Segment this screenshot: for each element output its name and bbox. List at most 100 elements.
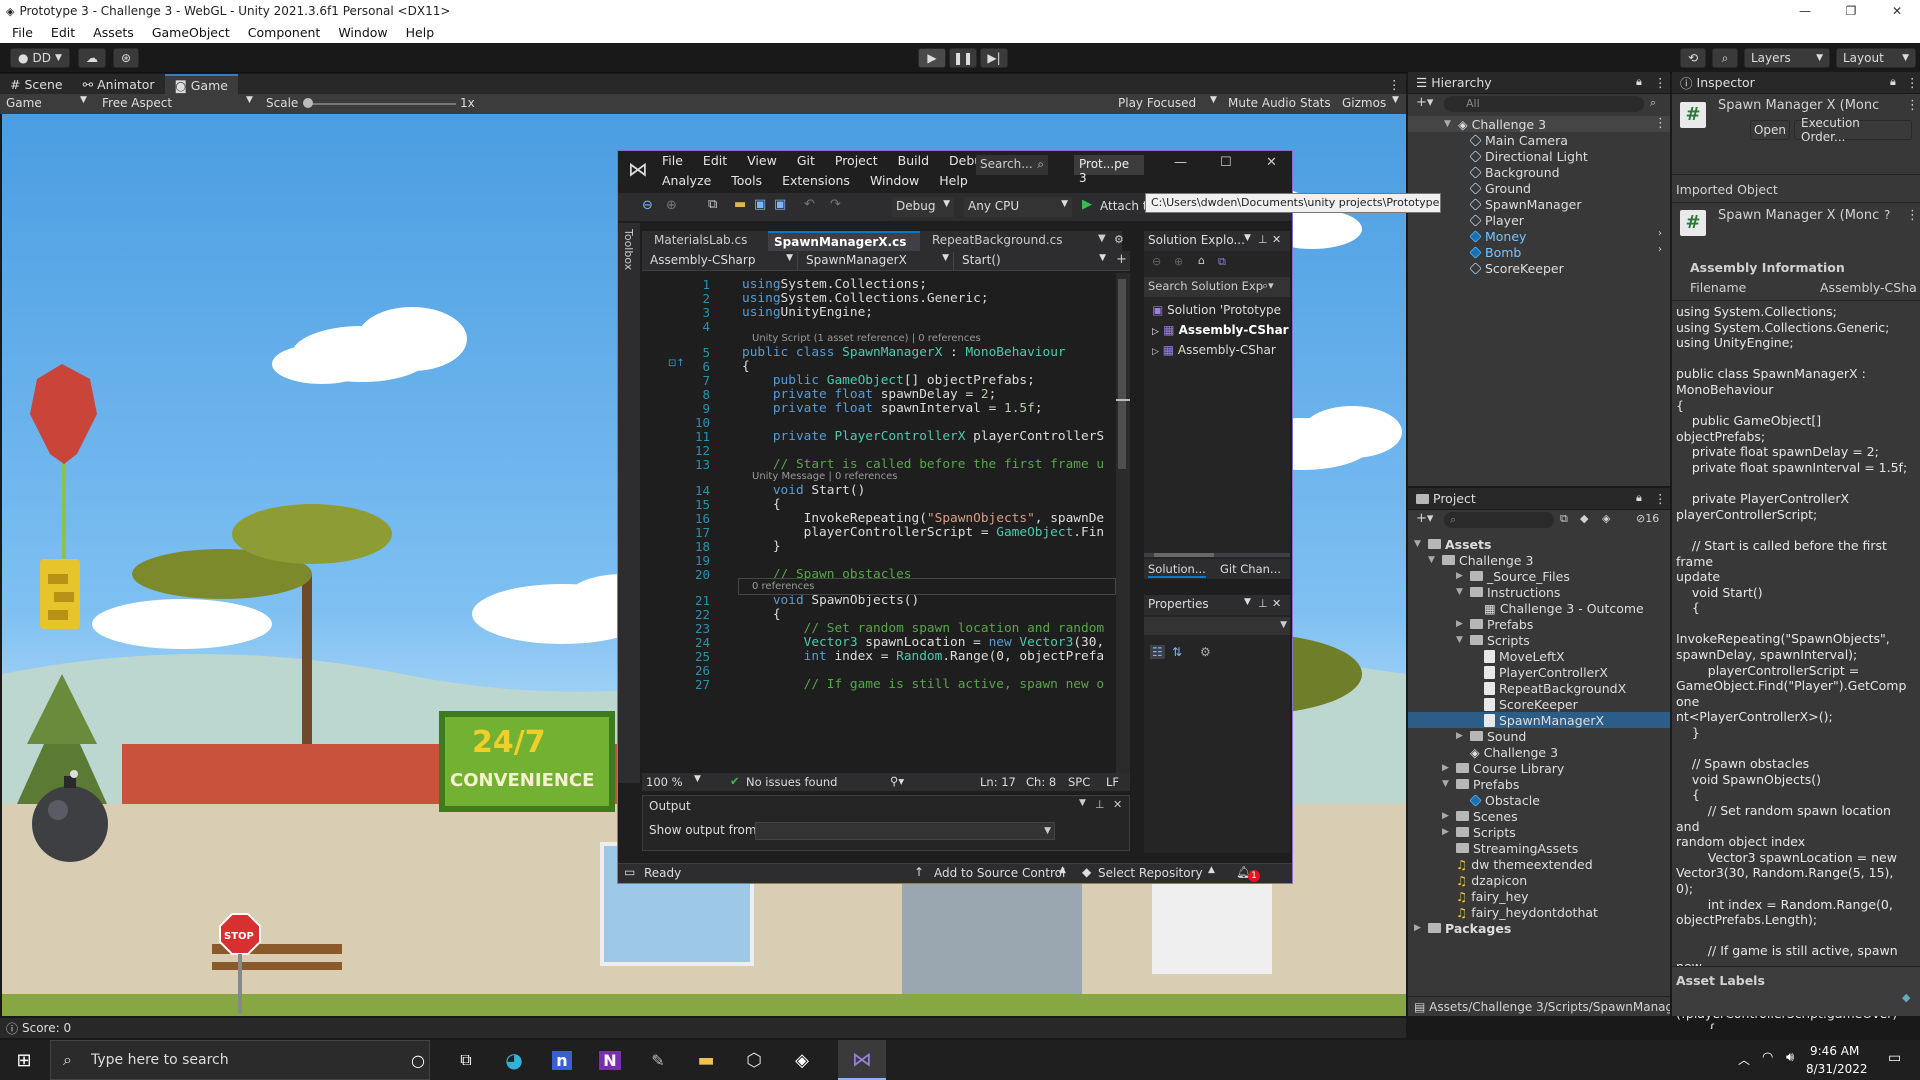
filter-icon[interactable]: ⧉ [1560, 512, 1568, 526]
hierarchy-item[interactable]: Background [1469, 164, 1560, 180]
project-item[interactable]: ♫ fairy_hey [1442, 888, 1529, 904]
hierarchy-scene-root[interactable]: ▼ ◈ Challenge 3 [1408, 116, 1670, 132]
vs-menu-extensions[interactable]: Extensions [782, 173, 850, 188]
vs-menu-help[interactable]: Help [939, 173, 968, 188]
class-nav-dropdown[interactable]: SpawnManagerX ▼ [802, 252, 954, 270]
open-button[interactable]: Open [1750, 120, 1790, 140]
tab-git-changes[interactable]: Git Chan... [1220, 562, 1281, 576]
project-item[interactable]: ♫ dw themeextended [1442, 856, 1593, 872]
tab-list-icon[interactable]: ▼ [1098, 233, 1106, 244]
chevron-down-icon[interactable]: ▼ [1244, 597, 1251, 607]
switch-views-icon[interactable]: ⧉ [1218, 255, 1226, 269]
start-button[interactable]: ⊞ [0, 1040, 48, 1080]
onenote-app-icon[interactable]: n [538, 1040, 586, 1080]
close-icon[interactable]: ✕ [1266, 155, 1277, 170]
menu-window[interactable]: Window [338, 25, 387, 40]
layers-dropdown[interactable]: Layers ▼ [1744, 48, 1830, 68]
file-explorer-icon[interactable]: ▬ [682, 1040, 730, 1080]
issues-status[interactable]: No issues found [746, 775, 837, 789]
zoom-dropdown[interactable]: 100 % [646, 775, 683, 789]
play-focused-dropdown[interactable]: Play Focused [1118, 96, 1196, 110]
add-source-control-button[interactable]: Add to Source Control [934, 866, 1065, 880]
project-item[interactable]: Obstacle [1456, 792, 1540, 808]
project-item[interactable]: StreamingAssets [1442, 840, 1578, 856]
toolbox-strip[interactable]: Toolbox [618, 223, 640, 783]
hierarchy-item[interactable]: Ground [1469, 180, 1531, 196]
history-icon[interactable]: ⟲ [1680, 48, 1706, 68]
vs-menu-window[interactable]: Window [870, 173, 919, 188]
split-icon[interactable]: + [1116, 252, 1127, 267]
lock-icon[interactable]: 🔒︎ [1636, 491, 1642, 505]
chevron-right-icon[interactable]: › [1658, 244, 1662, 255]
close-icon[interactable]: ✕ [1113, 798, 1122, 811]
save-icon[interactable]: ▣ [754, 197, 766, 212]
project-item[interactable]: ▶ _Source_Files [1456, 568, 1570, 584]
menu-help[interactable]: Help [406, 25, 435, 40]
panel-menu-icon[interactable]: ⋮ [1654, 75, 1667, 90]
vs-menu-git[interactable]: Git [797, 153, 815, 168]
property-pages-icon[interactable]: ⚙ [1200, 645, 1211, 659]
code-editor[interactable]: ⊡↑ 1 usingSystem.Collections; 2 usingSystem… [642, 273, 1116, 773]
hierarchy-item[interactable]: Directional Light [1469, 148, 1588, 164]
horizontal-scrollbar[interactable] [1144, 553, 1290, 557]
vs-menu-project[interactable]: Project [835, 153, 878, 168]
menu-component[interactable]: Component [248, 25, 321, 40]
panel-menu-icon[interactable]: ⋮ [1906, 75, 1919, 90]
vs-menu-analyze[interactable]: Analyze [662, 173, 711, 188]
taskbar-search-input[interactable]: ⌕ Type here to search [50, 1040, 430, 1080]
project-item[interactable]: ▶ Scripts [1442, 824, 1516, 840]
chevron-down-icon[interactable]: ▼ [1244, 233, 1251, 243]
settings-icon[interactable]: ⚙ [1114, 233, 1124, 246]
platform-dropdown[interactable]: Any CPU ▼ [964, 197, 1072, 217]
component-menu-icon[interactable]: ⋮ [1906, 208, 1919, 223]
scene-search-icon[interactable]: ⌕ [1650, 96, 1656, 110]
project-assets-root[interactable]: ▼ Assets [1414, 536, 1491, 552]
component-menu-icon[interactable]: ⋮ [1906, 98, 1919, 113]
tab-repeatbackground[interactable]: RepeatBackground.cs [926, 231, 1069, 251]
project-item[interactable]: MoveLeftX [1470, 648, 1565, 664]
onenote-icon[interactable]: N [586, 1040, 634, 1080]
project-item[interactable]: ▼ Instructions [1456, 584, 1560, 600]
cortana-icon[interactable]: ○ [394, 1040, 442, 1080]
project-item[interactable]: RepeatBackgroundX [1470, 680, 1626, 696]
tab-scene[interactable]: # Scene [0, 74, 73, 96]
chevron-right-icon[interactable]: › [1658, 228, 1662, 239]
visual-studio-taskbar-icon[interactable]: ⋈ [838, 1040, 886, 1080]
wifi-icon[interactable]: ◠ [1762, 1050, 1773, 1065]
project-item[interactable]: ▶ Course Library [1442, 760, 1564, 776]
execution-order-button[interactable]: Execution Order... [1794, 116, 1912, 144]
project-item[interactable]: ♫ fairy_heydontdothat [1442, 904, 1598, 920]
hierarchy-item[interactable]: Money [1469, 228, 1526, 244]
output-source-dropdown[interactable]: ▼ [755, 822, 1055, 840]
search-icon[interactable]: ⌕▾ [1262, 279, 1274, 293]
panel-menu-icon[interactable]: ⋮ [1388, 77, 1401, 92]
clock-time[interactable]: 9:46 AM [1810, 1044, 1859, 1058]
search-icon[interactable]: ⌕ [1712, 48, 1738, 68]
type-filter-icon[interactable]: ◆ [1580, 512, 1588, 525]
hidden-count-badge[interactable]: ⊘16 [1636, 512, 1659, 525]
menu-file[interactable]: File [12, 25, 33, 40]
properties-object-dropdown[interactable]: ▼ [1144, 617, 1290, 635]
project-item[interactable]: PlayerControllerX [1470, 664, 1608, 680]
vs-menu-edit[interactable]: Edit [703, 153, 727, 168]
task-view-icon[interactable]: ⧉ [442, 1040, 490, 1080]
gizmos-dropdown[interactable]: Gizmos [1342, 96, 1386, 110]
pin-icon[interactable]: ⊥ [1258, 233, 1268, 246]
chevron-up-icon[interactable]: ︿ [1738, 1051, 1750, 1068]
project-item[interactable]: ◈ Challenge 3 [1456, 744, 1558, 760]
vs-search-input[interactable]: Search... ⌕ [976, 155, 1048, 175]
hierarchy-item[interactable]: Player [1469, 212, 1524, 228]
lock-icon[interactable]: 🔒︎ [1636, 75, 1642, 89]
project-item[interactable]: ▼ Scripts [1456, 632, 1530, 648]
undo-icon[interactable]: ↶ [804, 197, 815, 212]
new-project-icon[interactable]: ⧉ [708, 197, 717, 212]
whitespace-mode[interactable]: SPC [1068, 775, 1090, 789]
project-item[interactable]: ScoreKeeper [1470, 696, 1578, 712]
column-number[interactable]: Ch: 8 [1026, 775, 1056, 789]
scale-slider[interactable] [306, 103, 456, 105]
project-search-input[interactable]: ⌕ [1444, 512, 1554, 528]
help-icon[interactable]: ? [1884, 208, 1890, 222]
back-icon[interactable]: ⊖ [1152, 255, 1161, 268]
project-node[interactable]: ▷ ▦ Assembly-CShar [1152, 343, 1276, 357]
vs-menu-build[interactable]: Build [898, 153, 929, 168]
